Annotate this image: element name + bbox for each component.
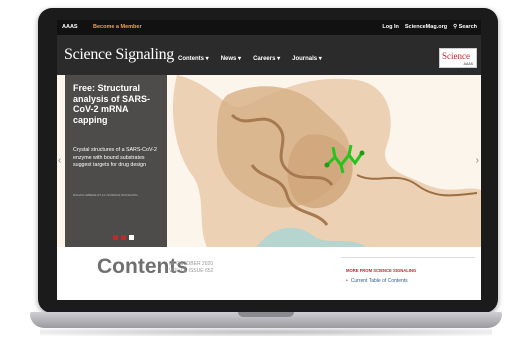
search-link[interactable]: ⚲ Search xyxy=(453,24,477,30)
bullet-icon: • xyxy=(346,278,348,284)
nav-item-label: Careers xyxy=(253,56,276,62)
hero-title[interactable]: Free: Structural analysis of SARS-CoV-2 … xyxy=(73,83,161,125)
carousel-dot[interactable] xyxy=(121,235,126,240)
carousel-dot[interactable] xyxy=(129,235,134,240)
laptop-shadow xyxy=(40,328,492,336)
chevron-left-icon[interactable]: ‹ xyxy=(58,155,61,166)
top-bar: AAAS Become a Member Log In ScienceMag.o… xyxy=(57,20,481,35)
issue-date: 06 OCTOBER 2020 xyxy=(169,261,214,267)
carousel-dot[interactable] xyxy=(113,235,118,240)
hero-carousel[interactable]: Free: Structural analysis of SARS-CoV-2 … xyxy=(57,75,481,247)
sciencemag-link[interactable]: ScienceMag.org xyxy=(405,24,447,30)
issue-volume: VOL 13, ISSUE 652 xyxy=(169,267,214,274)
aaas-link[interactable]: AAAS xyxy=(62,24,78,30)
issue-info: 06 OCTOBER 2020 VOL 13, ISSUE 652 xyxy=(169,261,213,274)
chevron-right-icon[interactable]: › xyxy=(476,155,479,166)
current-toc-link[interactable]: • Current Table of Contents xyxy=(346,278,408,284)
login-link[interactable]: Log In xyxy=(382,24,399,30)
nav-item-news[interactable]: News ▾ xyxy=(221,55,241,62)
science-logo-sub: AAAS xyxy=(463,62,473,66)
more-from-heading: MORE FROM SCIENCE SIGNALING xyxy=(346,268,417,273)
laptop-screen: AAAS Become a Member Log In ScienceMag.o… xyxy=(57,20,481,300)
become-member-link[interactable]: Become a Member xyxy=(93,24,142,30)
main-nav: Science Signaling Contents ▾ News ▾ Care… xyxy=(57,35,481,75)
laptop-notch xyxy=(238,312,294,317)
science-logo-word: Science xyxy=(442,51,470,61)
hero-description: Crystal structures of a SARS-CoV-2 enzym… xyxy=(73,147,157,168)
carousel-indicators xyxy=(113,235,134,240)
nav-menu: Contents ▾ News ▾ Careers ▾ Journals ▾ xyxy=(178,55,322,62)
chevron-down-icon: ▾ xyxy=(205,56,209,62)
divider xyxy=(341,257,475,258)
chevron-down-icon: ▾ xyxy=(238,56,242,62)
nav-item-journals[interactable]: Journals ▾ xyxy=(292,55,322,62)
search-label: Search xyxy=(458,24,477,30)
nav-item-label: News xyxy=(220,56,237,62)
top-bar-links: Log In ScienceMag.org ⚲ Search xyxy=(382,24,477,30)
science-logo[interactable]: Science AAAS xyxy=(439,48,477,68)
chevron-down-icon: ▾ xyxy=(318,56,322,62)
site-brand[interactable]: Science Signaling xyxy=(64,46,174,64)
current-toc-label: Current Table of Contents xyxy=(350,278,408,284)
nav-item-contents[interactable]: Contents ▾ xyxy=(178,55,209,62)
contents-section: Contents 06 OCTOBER 2020 VOL 13, ISSUE 6… xyxy=(57,247,481,300)
nav-item-label: Contents xyxy=(178,56,204,62)
nav-item-label: Journals xyxy=(292,56,318,62)
hero-credit: ROHAN LEBEDE ET AL./SCIENCE SIGNALING xyxy=(73,193,138,197)
nav-item-careers[interactable]: Careers ▾ xyxy=(253,55,280,62)
chevron-down-icon: ▾ xyxy=(277,56,281,62)
hero-caption-panel: Free: Structural analysis of SARS-CoV-2 … xyxy=(65,75,167,247)
